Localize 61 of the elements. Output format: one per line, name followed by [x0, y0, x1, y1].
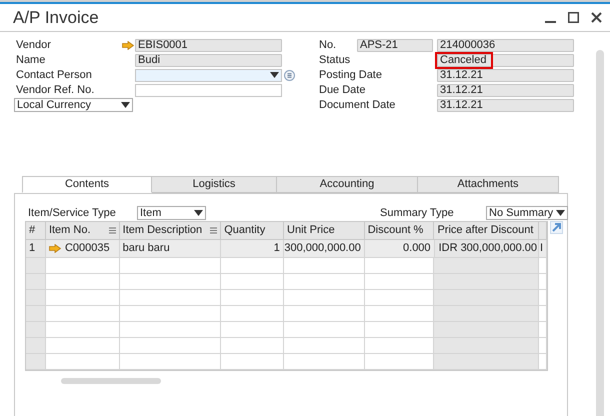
tab[interactable]: Attachments — [417, 176, 559, 193]
column-header[interactable]: Item No. — [46, 222, 120, 239]
window-title: A/P Invoice — [13, 7, 99, 29]
field-label: Name — [15, 52, 46, 68]
field-label: Posting Date — [319, 68, 383, 83]
field-label: Status — [319, 52, 352, 68]
field-label: Document Date — [319, 98, 396, 113]
table-row[interactable]: 1 C000035 baru baru 1 300,000,000.00 0.000 IDR 300,000,000.00 I — [26, 240, 547, 258]
link-arrow-icon[interactable] — [48, 244, 61, 253]
table-cell: 1 — [221, 240, 284, 257]
tab[interactable]: Accounting — [276, 176, 418, 193]
close-icon[interactable] — [591, 12, 602, 23]
table-cell-text: C000035 — [64, 241, 110, 256]
column-menu-icon[interactable] — [108, 227, 116, 234]
column-header[interactable]: Quantity — [221, 222, 284, 239]
dropdown-value: Item — [140, 207, 162, 219]
field-label: Contact Person — [15, 68, 93, 83]
column-menu-icon[interactable] — [210, 227, 218, 234]
vertical-scrollbar[interactable] — [596, 50, 604, 416]
currency-label: Local Currency — [17, 99, 91, 111]
series-field[interactable]: APS-21 — [357, 38, 433, 52]
table-cell: 1 — [26, 240, 46, 257]
list-icon[interactable] — [284, 70, 295, 80]
field-value: 31.12.21 — [437, 68, 574, 82]
field-value: Budi — [135, 54, 282, 66]
expand-icon[interactable] — [550, 221, 563, 234]
field-label: Due Date — [319, 82, 366, 98]
caret-icon — [194, 210, 203, 216]
tab[interactable]: Logistics — [151, 176, 277, 193]
caret-icon — [270, 72, 279, 78]
item-service-type-dropdown[interactable]: Item — [137, 206, 206, 220]
tab[interactable]: Contents — [22, 176, 152, 193]
column-header[interactable]: Discount % — [364, 222, 434, 239]
summary-type-label: Summary Type — [380, 206, 455, 221]
dropdown-value: No Summary — [489, 207, 554, 219]
summary-type-dropdown[interactable]: No Summary — [486, 206, 568, 220]
field-value: 31.12.21 — [437, 98, 574, 112]
field-value: 214000036 — [437, 38, 574, 52]
column-header[interactable]: Unit Price — [284, 222, 365, 239]
field-value: Canceled — [437, 54, 574, 66]
caret-icon — [556, 210, 565, 216]
column-header[interactable]: # — [26, 222, 46, 239]
currency-dropdown[interactable]: Local Currency — [14, 98, 133, 112]
table-cell: 300,000,000.00 — [284, 240, 365, 257]
contact-person-dropdown[interactable] — [135, 68, 282, 82]
column-header[interactable]: Item Description — [120, 222, 222, 239]
input-field[interactable] — [135, 84, 282, 96]
field-label: Vendor Ref. No. — [15, 82, 96, 98]
item-service-type-label: Item/Service Type — [27, 206, 117, 221]
field-label: Vendor — [15, 38, 52, 53]
horizontal-scrollbar[interactable] — [61, 378, 161, 384]
field-value: 31.12.21 — [437, 84, 574, 96]
table-cell: IDR 300,000,000.00 — [434, 240, 540, 257]
table-cell: I — [539, 240, 547, 257]
field-label: No. — [319, 38, 338, 53]
table-cell: baru baru — [120, 240, 222, 257]
link-arrow-icon[interactable] — [122, 40, 134, 50]
column-header[interactable]: Price after Discount — [434, 222, 540, 239]
field-value: EBIS0001 — [135, 38, 282, 52]
caret-icon — [121, 102, 130, 108]
maximize-icon[interactable] — [568, 12, 579, 23]
